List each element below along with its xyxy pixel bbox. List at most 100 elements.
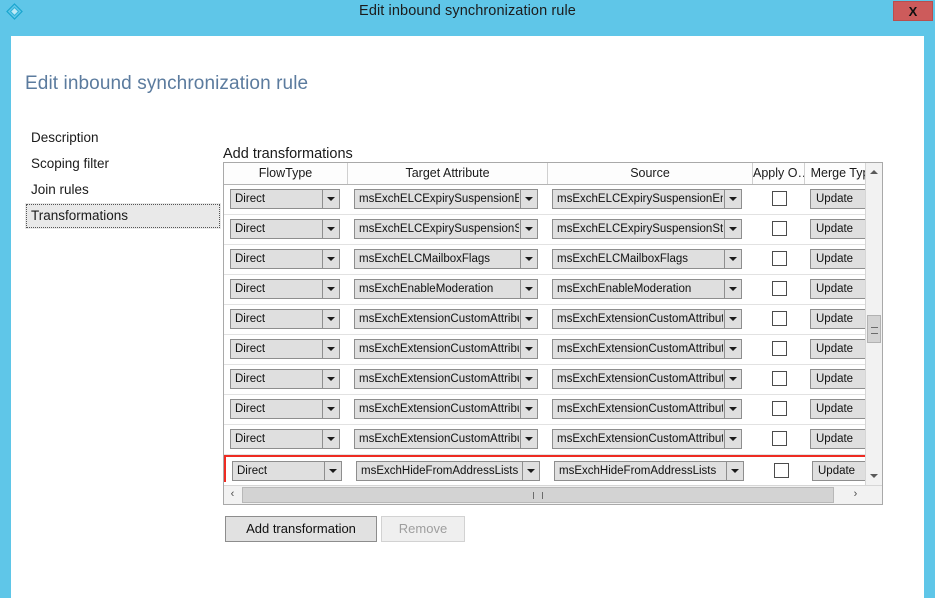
table-row[interactable]: Direct msExchELCExpirySuspensionEnd msExch… xyxy=(224,185,882,215)
column-header-flowtype[interactable]: FlowType xyxy=(224,163,348,184)
column-header-apply-once[interactable]: Apply O… xyxy=(753,163,805,184)
chevron-down-icon[interactable] xyxy=(520,190,537,208)
apply-once-checkbox[interactable] xyxy=(771,431,787,446)
apply-once-checkbox[interactable] xyxy=(771,401,787,416)
chevron-down-icon[interactable] xyxy=(520,310,537,328)
target-attribute-dropdown[interactable]: msExchELCExpirySuspensionEnd xyxy=(354,189,538,209)
apply-once-checkbox[interactable] xyxy=(771,191,787,206)
chevron-down-icon[interactable] xyxy=(724,250,741,268)
flowtype-dropdown[interactable]: Direct xyxy=(230,399,340,419)
target-attribute-dropdown[interactable]: msExchELCExpirySuspensionStart xyxy=(354,219,538,239)
sidebar-item-description[interactable]: Description xyxy=(25,125,221,151)
chevron-down-icon[interactable] xyxy=(324,462,341,480)
flowtype-dropdown[interactable]: Direct xyxy=(230,309,340,329)
chevron-down-icon[interactable] xyxy=(724,280,741,298)
table-row[interactable]: Direct msExchELCMailboxFlags msExchELCMail… xyxy=(224,245,882,275)
scroll-down-icon[interactable] xyxy=(866,467,882,484)
target-attribute-dropdown[interactable]: msExchExtensionCustomAttribute5 xyxy=(354,429,538,449)
add-transformation-button[interactable]: Add transformation xyxy=(225,516,377,542)
source-dropdown[interactable]: msExchELCExpirySuspensionEnd xyxy=(552,189,742,209)
source-dropdown[interactable]: msExchExtensionCustomAttribute4 xyxy=(552,399,742,419)
scroll-right-icon[interactable]: › xyxy=(847,486,864,504)
chevron-down-icon[interactable] xyxy=(520,370,537,388)
table-row[interactable]: Direct msExchExtensionCustomAttribute5 msE… xyxy=(224,425,882,455)
close-icon[interactable]: X xyxy=(893,1,933,21)
table-row[interactable]: Direct msExchEnableModeration msExchEnable… xyxy=(224,275,882,305)
flowtype-dropdown[interactable]: Direct xyxy=(230,249,340,269)
apply-once-checkbox[interactable] xyxy=(771,371,787,386)
chevron-down-icon[interactable] xyxy=(520,340,537,358)
flowtype-dropdown[interactable]: Direct xyxy=(230,369,340,389)
chevron-down-icon[interactable] xyxy=(520,430,537,448)
target-attribute-dropdown[interactable]: msExchHideFromAddressLists xyxy=(356,461,540,481)
source-dropdown[interactable]: msExchELCMailboxFlags xyxy=(552,249,742,269)
chevron-down-icon[interactable] xyxy=(724,340,741,358)
chevron-down-icon[interactable] xyxy=(724,190,741,208)
apply-once-checkbox[interactable] xyxy=(771,311,787,326)
source-dropdown[interactable]: msExchELCExpirySuspensionStart xyxy=(552,219,742,239)
target-attribute-dropdown[interactable]: msExchExtensionCustomAttribute1 xyxy=(354,309,538,329)
chevron-down-icon[interactable] xyxy=(322,220,339,238)
source-dropdown[interactable]: msExchExtensionCustomAttribute1 xyxy=(552,309,742,329)
chevron-down-icon[interactable] xyxy=(724,430,741,448)
source-dropdown[interactable]: msExchExtensionCustomAttribute5 xyxy=(552,429,742,449)
scroll-up-icon[interactable] xyxy=(866,163,882,180)
apply-once-cell xyxy=(764,190,794,208)
column-header-target-attribute[interactable]: Target Attribute xyxy=(348,163,548,184)
chevron-down-icon[interactable] xyxy=(322,250,339,268)
table-row[interactable]: Direct msExchExtensionCustomAttribute1 msE… xyxy=(224,305,882,335)
apply-once-checkbox[interactable] xyxy=(771,251,787,266)
chevron-down-icon[interactable] xyxy=(520,220,537,238)
chevron-down-icon[interactable] xyxy=(322,400,339,418)
chevron-down-icon[interactable] xyxy=(322,190,339,208)
table-row[interactable]: Direct msExchExtensionCustomAttribute2 msE… xyxy=(224,335,882,365)
vertical-scroll-thumb[interactable] xyxy=(867,315,881,343)
chevron-down-icon[interactable] xyxy=(724,220,741,238)
apply-once-checkbox[interactable] xyxy=(773,463,789,478)
flowtype-dropdown[interactable]: Direct xyxy=(230,279,340,299)
remove-button[interactable]: Remove xyxy=(381,516,465,542)
table-row[interactable]: Direct msExchELCExpirySuspensionStart msEx… xyxy=(224,215,882,245)
sidebar-item-join-rules[interactable]: Join rules xyxy=(25,177,221,203)
flowtype-dropdown[interactable]: Direct xyxy=(230,339,340,359)
source-dropdown[interactable]: msExchExtensionCustomAttribute3 xyxy=(552,369,742,389)
apply-once-checkbox[interactable] xyxy=(771,341,787,356)
sidebar-item-scoping-filter[interactable]: Scoping filter xyxy=(25,151,221,177)
grid-vertical-scrollbar[interactable] xyxy=(865,163,882,504)
target-attribute-dropdown[interactable]: msExchExtensionCustomAttribute4 xyxy=(354,399,538,419)
chevron-down-icon[interactable] xyxy=(322,340,339,358)
chevron-down-icon[interactable] xyxy=(322,370,339,388)
sidebar-item-transformations[interactable]: Transformations xyxy=(25,203,221,229)
apply-once-checkbox[interactable] xyxy=(771,221,787,236)
chevron-down-icon[interactable] xyxy=(322,430,339,448)
table-row[interactable]: Direct msExchExtensionCustomAttribute4 msE… xyxy=(224,395,882,425)
target-attribute-dropdown[interactable]: msExchELCMailboxFlags xyxy=(354,249,538,269)
chevron-down-icon[interactable] xyxy=(520,280,537,298)
target-attribute-dropdown[interactable]: msExchExtensionCustomAttribute2 xyxy=(354,339,538,359)
source-dropdown[interactable]: msExchEnableModeration xyxy=(552,279,742,299)
grid-horizontal-scrollbar[interactable]: ‹ › xyxy=(224,485,882,504)
source-dropdown[interactable]: msExchHideFromAddressLists xyxy=(554,461,744,481)
chevron-down-icon[interactable] xyxy=(322,280,339,298)
chevron-down-icon[interactable] xyxy=(724,370,741,388)
chevron-down-icon[interactable] xyxy=(724,310,741,328)
flowtype-dropdown[interactable]: Direct xyxy=(232,461,342,481)
target-attribute-dropdown[interactable]: msExchEnableModeration xyxy=(354,279,538,299)
flowtype-dropdown[interactable]: Direct xyxy=(230,189,340,209)
table-row[interactable]: Direct msExchHideFromAddressLists msExchHi… xyxy=(224,455,882,482)
horizontal-scroll-thumb[interactable] xyxy=(242,487,834,503)
chevron-down-icon[interactable] xyxy=(520,400,537,418)
flowtype-dropdown[interactable]: Direct xyxy=(230,429,340,449)
flowtype-dropdown[interactable]: Direct xyxy=(230,219,340,239)
chevron-down-icon[interactable] xyxy=(724,400,741,418)
source-dropdown[interactable]: msExchExtensionCustomAttribute2 xyxy=(552,339,742,359)
target-attribute-dropdown[interactable]: msExchExtensionCustomAttribute3 xyxy=(354,369,538,389)
table-row[interactable]: Direct msExchExtensionCustomAttribute3 msE… xyxy=(224,365,882,395)
scroll-left-icon[interactable]: ‹ xyxy=(224,486,241,504)
column-header-source[interactable]: Source xyxy=(548,163,753,184)
chevron-down-icon[interactable] xyxy=(522,462,539,480)
apply-once-checkbox[interactable] xyxy=(771,281,787,296)
chevron-down-icon[interactable] xyxy=(520,250,537,268)
chevron-down-icon[interactable] xyxy=(726,462,743,480)
chevron-down-icon[interactable] xyxy=(322,310,339,328)
